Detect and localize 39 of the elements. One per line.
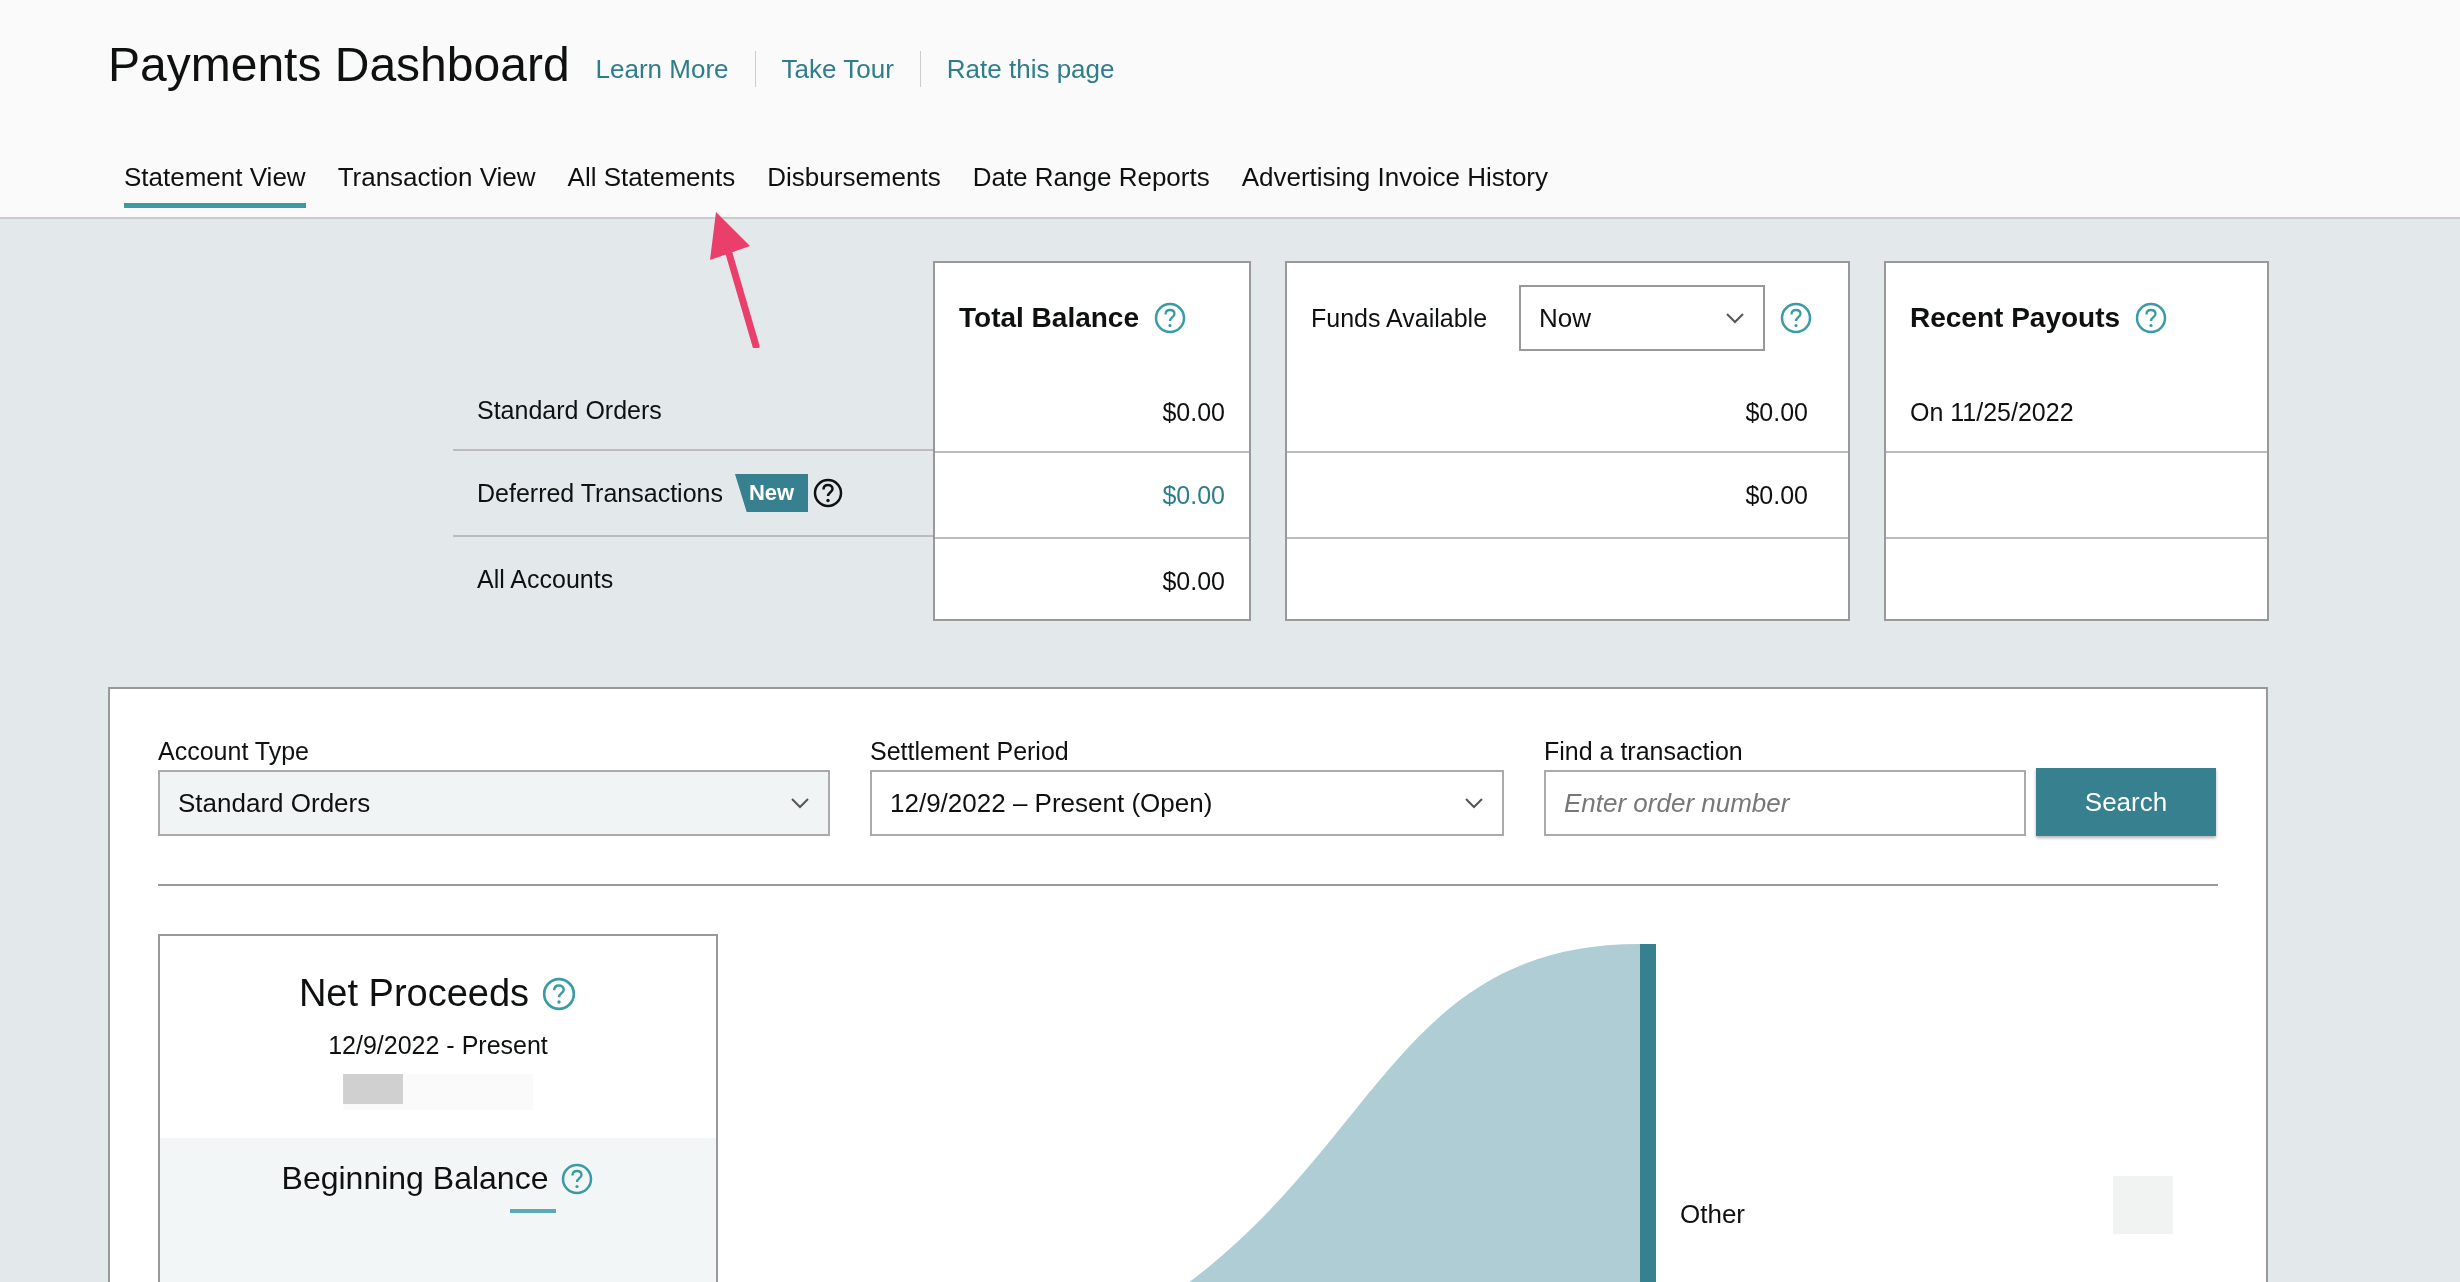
amount: $0.00 bbox=[1162, 397, 1225, 427]
tab[interactable]: Advertising Invoice History bbox=[1241, 162, 1549, 208]
help-icon[interactable] bbox=[812, 477, 845, 509]
card-title: Net Proceeds bbox=[298, 972, 530, 1015]
tab[interactable]: Statement View bbox=[124, 162, 306, 208]
funds-dropdown[interactable]: Now bbox=[1519, 285, 1766, 351]
amount: $0.00 bbox=[1162, 566, 1225, 596]
section-title: Beginning Balance bbox=[281, 1160, 549, 1197]
card-title: Funds Available bbox=[1311, 303, 1488, 333]
tab[interactable]: Date Range Reports bbox=[972, 162, 1210, 208]
order-search-field[interactable]: Enter order number bbox=[1544, 770, 2026, 836]
amount: $0.00 bbox=[1745, 397, 1808, 427]
tab[interactable]: Transaction View bbox=[337, 162, 536, 208]
field-label: Account Type bbox=[158, 737, 311, 766]
page-title: Payments Dashboard bbox=[108, 36, 570, 92]
chevron-down-icon bbox=[790, 797, 810, 809]
tab[interactable]: Disbursements bbox=[767, 162, 941, 208]
header-link[interactable]: Rate this page bbox=[946, 45, 1115, 93]
header-link[interactable]: Take Tour bbox=[781, 45, 894, 93]
row-label: All Accounts bbox=[477, 564, 614, 594]
tab[interactable]: All Statements bbox=[567, 162, 736, 208]
flow-label: Other bbox=[1680, 1199, 1746, 1230]
card-title: Total Balance bbox=[959, 302, 1139, 334]
account-type-dropdown[interactable]: Standard Orders bbox=[158, 770, 830, 836]
chevron-down-icon bbox=[1725, 312, 1746, 324]
amount: $0.00 bbox=[1745, 480, 1808, 510]
row-label: Deferred Transactions bbox=[477, 478, 723, 508]
field-label: Settlement Period bbox=[870, 737, 1070, 766]
amount: On 11/25/2022 bbox=[1910, 397, 2074, 427]
period-text: 12/9/2022 - Present bbox=[328, 1031, 548, 1060]
field-label: Find a transaction bbox=[1544, 737, 1744, 766]
amount-link[interactable]: $0.00 bbox=[1162, 480, 1225, 510]
header-link[interactable]: Learn More bbox=[595, 45, 729, 93]
search-button[interactable]: Search bbox=[2036, 768, 2216, 836]
settlement-period-dropdown[interactable]: 12/9/2022 – Present (Open) bbox=[870, 770, 1504, 836]
row-label: Standard Orders bbox=[477, 395, 662, 425]
new-badge: New bbox=[734, 474, 809, 512]
chevron-down-icon bbox=[1464, 797, 1484, 809]
card-title: Recent Payouts bbox=[1910, 302, 2121, 334]
